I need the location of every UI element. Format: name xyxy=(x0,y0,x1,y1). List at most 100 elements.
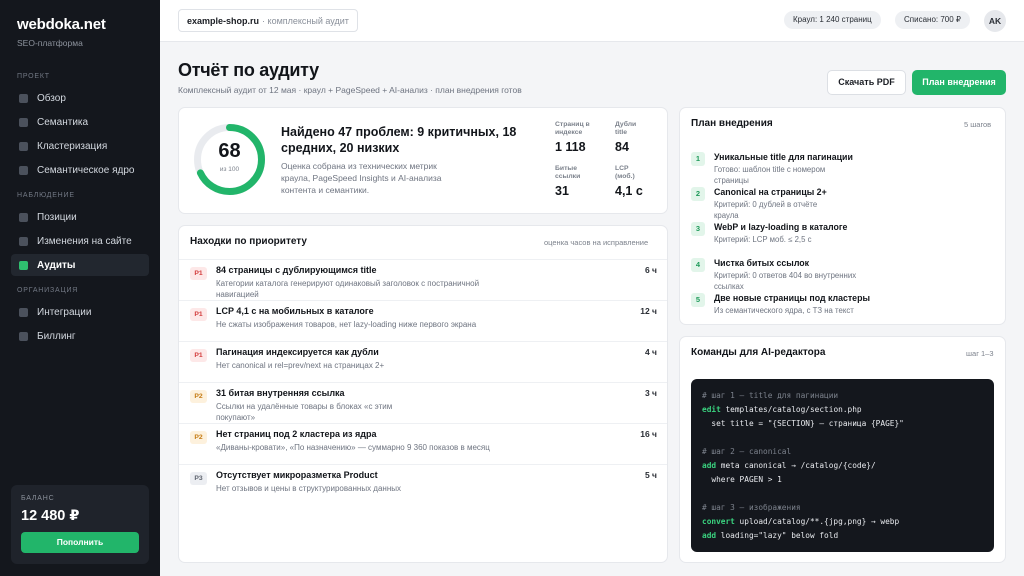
site-selector[interactable]: example-shop.ru · комплексный аудит xyxy=(178,9,358,32)
findings-meta: оценка часов на исправление xyxy=(544,238,649,247)
code-line: add loading="lazy" below fold xyxy=(702,531,838,540)
code-text: templates/catalog/section.php xyxy=(720,405,862,414)
sidebar-item-label: Семантическое ядро xyxy=(37,164,135,176)
code-keyword: add xyxy=(702,461,717,470)
code-comment: # шаг 2 — canonical xyxy=(702,447,792,456)
sidebar-item-positions[interactable]: Позиции xyxy=(11,206,149,228)
code-text: loading="lazy" below fold xyxy=(716,531,839,540)
metric-lcp-label: LCP (моб.) xyxy=(615,165,635,180)
findings-title: Находки по приоритету xyxy=(190,236,307,247)
topbar: example-shop.ru · комплексный аудит Крау… xyxy=(160,0,1024,42)
sidebar-item-label: Интеграции xyxy=(37,306,92,318)
code-line: add meta canonical → /catalog/{code}/ xyxy=(702,461,876,470)
finding-row[interactable]: P2 31 битая внутренняя ссылка Ссылки на … xyxy=(179,382,667,423)
priority-badge: P2 xyxy=(190,431,207,444)
finding-row[interactable]: P1 84 страницы с дублирующимся title Кат… xyxy=(179,259,667,300)
sidebar-item-semantic-core[interactable]: Семантическое ядро xyxy=(11,159,149,181)
finding-hours: 4 ч xyxy=(644,347,657,357)
positions-icon xyxy=(19,212,28,222)
code-keyword: add xyxy=(702,531,717,540)
finding-hours: 3 ч xyxy=(644,388,657,398)
step-title: Чистка битых ссылок xyxy=(714,258,810,268)
finding-description: Нет отзывов и цены в структурированных д… xyxy=(216,484,401,493)
sidebar: webdoka.net SEO-платформа ПРОЕКТ Обзор С… xyxy=(0,0,160,576)
priority-badge: P1 xyxy=(190,349,207,362)
step-number: 1 xyxy=(691,152,705,166)
priority-badge: P3 xyxy=(190,472,207,485)
avatar[interactable]: AK xyxy=(984,10,1006,32)
top-up-button[interactable]: Пополнить xyxy=(21,532,139,553)
billing-icon xyxy=(19,331,28,341)
priority-badge: P1 xyxy=(190,308,207,321)
download-pdf-button[interactable]: Скачать PDF xyxy=(827,70,906,95)
metric-broken-links-label: Битые ссылки xyxy=(555,165,581,180)
sidebar-item-label: Аудиты xyxy=(37,259,76,271)
finding-row[interactable]: P3 Отсутствует микроразметка Product Нет… xyxy=(179,464,667,505)
nav-section-monitoring: НАБЛЮДЕНИЕ xyxy=(17,192,75,199)
metric-indexed-value: 1 118 xyxy=(555,140,586,154)
finding-description: Не сжаты изображения товаров, нет lazy-l… xyxy=(216,320,477,329)
finding-title: Нет страниц под 2 кластера из ядра xyxy=(216,429,377,439)
code-text: meta canonical → /catalog/{code}/ xyxy=(716,461,876,470)
step-description: Критерий: 0 ответов 404 во внутренних сс… xyxy=(714,271,857,291)
finding-description: «Диваны-кровати», «По назначению» — сумм… xyxy=(216,443,490,452)
commands-title: Команды для AI-редактора xyxy=(691,347,826,358)
finding-row[interactable]: P2 Нет страниц под 2 кластера из ядра «Д… xyxy=(179,423,667,464)
clustering-icon xyxy=(19,141,28,151)
step-number: 5 xyxy=(691,293,705,307)
step-title: Canonical на страницы 2+ xyxy=(714,187,827,197)
sidebar-item-audits[interactable]: Аудиты xyxy=(11,254,149,276)
code-keyword: convert xyxy=(702,517,735,526)
sidebar-item-semantics[interactable]: Семантика xyxy=(11,111,149,133)
sidebar-item-label: Семантика xyxy=(37,116,89,128)
code-line: where PAGEN > 1 xyxy=(702,475,782,484)
finding-title: Пагинация индексируется как дубли xyxy=(216,347,379,357)
finding-description: Категории каталога генерируют одинаковый… xyxy=(216,279,480,299)
score-description: Оценка собрана из технических метрик кра… xyxy=(281,161,442,195)
score-value: 68 xyxy=(218,140,241,162)
code-comment: # шаг 1 — title для пагинации xyxy=(702,391,839,400)
finding-title: Отсутствует микроразметка Product xyxy=(216,470,378,480)
code-comment: # шаг 3 — изображения xyxy=(702,503,801,512)
finding-row[interactable]: P1 LCP 4,1 с на мобильных в каталоге Не … xyxy=(179,300,667,341)
nav-section-organization: ОРГАНИЗАЦИЯ xyxy=(17,287,79,294)
code-line: convert upload/catalog/**.{jpg,png} → we… xyxy=(702,517,899,526)
finding-description: Нет canonical и rel=prev/next на страниц… xyxy=(216,361,385,370)
crawl-chip: Краул: 1 240 страниц xyxy=(784,11,881,29)
sidebar-item-site-changes[interactable]: Изменения на сайте xyxy=(11,230,149,252)
sidebar-item-billing[interactable]: Биллинг xyxy=(11,325,149,347)
metric-lcp-value: 4,1 с xyxy=(615,184,643,198)
sidebar-item-label: Обзор xyxy=(37,92,66,104)
charged-chip: Списано: 700 ₽ xyxy=(895,11,970,29)
logo-subtitle: SEO-платформа xyxy=(17,38,83,48)
code-block[interactable]: # шаг 1 — title для пагинации edit templ… xyxy=(691,379,994,552)
sidebar-item-label: Изменения на сайте xyxy=(37,235,132,247)
finding-hours: 16 ч xyxy=(640,429,657,439)
finding-hours: 6 ч xyxy=(644,265,657,275)
nav-section-project: ПРОЕКТ xyxy=(17,73,50,80)
metric-indexed-label: Страниц в индексе xyxy=(555,121,590,136)
step-title: Две новые страницы под кластеры xyxy=(714,293,870,303)
metric-duplicates-label: Дубли title xyxy=(615,121,637,136)
sidebar-item-integrations[interactable]: Интеграции xyxy=(11,301,149,323)
audits-icon xyxy=(19,260,28,270)
step-number: 3 xyxy=(691,222,705,236)
metric-broken-links-value: 31 xyxy=(555,184,569,198)
finding-row[interactable]: P1 Пагинация индексируется как дубли Нет… xyxy=(179,341,667,382)
balance-label: БАЛАНС xyxy=(21,495,55,502)
implementation-plan-button[interactable]: План внедрения xyxy=(912,70,1006,95)
metric-duplicates-value: 84 xyxy=(615,140,629,154)
site-domain: example-shop.ru xyxy=(187,15,260,26)
balance-value: 12 480 ₽ xyxy=(21,508,80,524)
balance-card: БАЛАНС 12 480 ₽ Пополнить xyxy=(11,485,149,564)
sidebar-item-label: Биллинг xyxy=(37,330,76,342)
step-description: Критерий: 0 дублей в отчёте краула xyxy=(714,200,818,220)
finding-description: Ссылки на удалённые товары в блоках «с э… xyxy=(216,402,393,422)
sidebar-item-clustering[interactable]: Кластеризация xyxy=(11,135,149,157)
sidebar-item-overview[interactable]: Обзор xyxy=(11,87,149,109)
code-text: upload/catalog/**.{jpg,png} → webp xyxy=(734,517,900,526)
sidebar-item-label: Позиции xyxy=(37,211,77,223)
step-description: Готово: шаблон title с номером страницы xyxy=(714,165,826,185)
finding-hours: 12 ч xyxy=(640,306,657,316)
logo[interactable]: webdoka.net xyxy=(17,16,106,33)
